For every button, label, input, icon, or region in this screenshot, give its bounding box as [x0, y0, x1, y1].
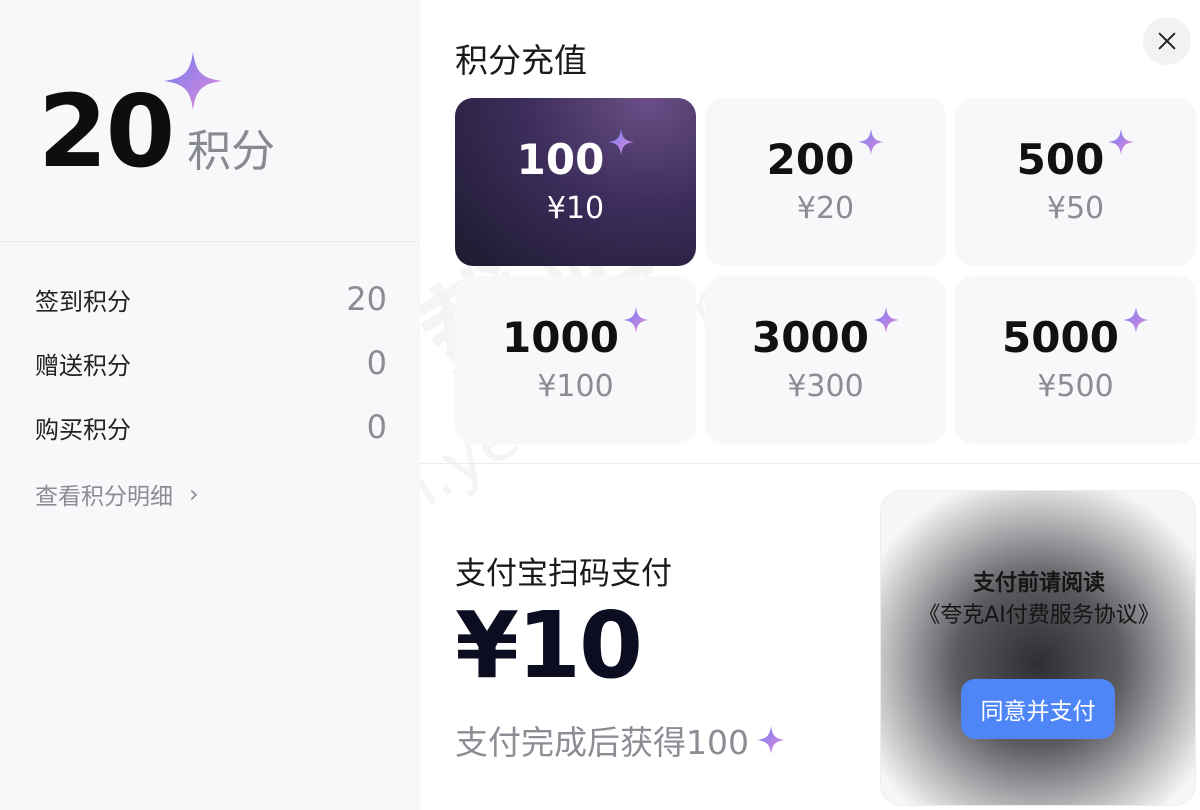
stat-row-checkin: 签到积分 20 [35, 280, 387, 318]
points-sidebar: 20 积分 签到积分 20 赠送积分 0 购买积分 0 查看积分明细 › [0, 0, 420, 810]
sparkle-star-icon [608, 129, 634, 155]
package-card-200[interactable]: 200 ¥20 [705, 98, 946, 266]
payment-amount: ¥10 [455, 592, 643, 699]
payment-gain: 支付完成后获得100 [455, 716, 785, 764]
package-points: 100 [517, 139, 635, 181]
package-points: 500 [1017, 139, 1135, 181]
stat-row-purchase: 购买积分 0 [35, 408, 387, 446]
package-points: 1000 [502, 317, 649, 359]
package-points-value: 500 [1016, 134, 1105, 184]
package-price: ¥20 [796, 190, 855, 226]
close-button[interactable] [1143, 17, 1191, 65]
sparkle-star-icon [1108, 129, 1134, 155]
stat-value: 0 [366, 344, 387, 382]
package-price: ¥50 [1046, 190, 1105, 226]
package-points-value: 5000 [1002, 312, 1119, 362]
payment-gain-text: 支付完成后获得100 [455, 723, 749, 762]
section-divider [420, 463, 1200, 464]
stat-label: 签到积分 [35, 287, 131, 316]
stat-label: 赠送积分 [35, 351, 131, 380]
sparkle-star-icon [873, 307, 899, 333]
package-card-1000[interactable]: 1000 ¥100 [455, 276, 696, 444]
points-detail-link[interactable]: 查看积分明细 › [35, 477, 199, 511]
chevron-right-icon: › [189, 480, 199, 508]
package-points-value: 3000 [752, 312, 869, 362]
points-detail-label: 查看积分明细 [35, 484, 173, 510]
stat-value: 0 [366, 408, 387, 446]
close-icon [1158, 32, 1176, 50]
sparkle-star-icon [858, 129, 884, 155]
package-price: ¥500 [1037, 368, 1114, 404]
agree-and-pay-button[interactable]: 同意并支付 [961, 679, 1115, 739]
stat-row-gift: 赠送积分 0 [35, 344, 387, 382]
sparkle-star-icon [164, 52, 222, 110]
package-card-3000[interactable]: 3000 ¥300 [705, 276, 946, 444]
stat-label: 购买积分 [35, 415, 131, 444]
stat-value: 20 [346, 280, 387, 318]
notice-title: 支付前请阅读 [972, 571, 1105, 596]
balance-unit: 积分 [187, 126, 276, 177]
package-card-100[interactable]: 100 ¥10 [455, 98, 696, 266]
package-points-value: 1000 [502, 312, 619, 362]
package-points-value: 200 [766, 134, 855, 184]
package-card-5000[interactable]: 5000 ¥500 [955, 276, 1196, 444]
package-card-500[interactable]: 500 ¥50 [955, 98, 1196, 266]
package-price: ¥100 [537, 368, 614, 404]
agreement-link[interactable]: 《夸克AI付费服务协议》 [881, 597, 1195, 629]
package-points-value: 100 [516, 134, 605, 184]
payment-notice-panel: 支付前请阅读 《夸克AI付费服务协议》 同意并支付 [880, 490, 1196, 806]
sidebar-divider [0, 241, 420, 242]
package-price: ¥300 [787, 368, 864, 404]
package-points: 3000 [752, 317, 899, 359]
sparkle-star-icon [757, 726, 785, 754]
package-points: 5000 [1002, 317, 1149, 359]
payment-method: 支付宝扫码支付 [455, 556, 672, 592]
sparkle-star-icon [623, 307, 649, 333]
package-price: ¥10 [546, 190, 605, 226]
points-balance: 20 积分 [38, 82, 275, 182]
page-title: 积分充值 [455, 41, 587, 80]
balance-value: 20 [38, 73, 175, 190]
sparkle-star-icon [1123, 307, 1149, 333]
package-points: 200 [767, 139, 885, 181]
package-grid: 100 ¥10 200 ¥20 500 ¥50 1000 ¥100 3000 ¥… [455, 98, 1200, 448]
